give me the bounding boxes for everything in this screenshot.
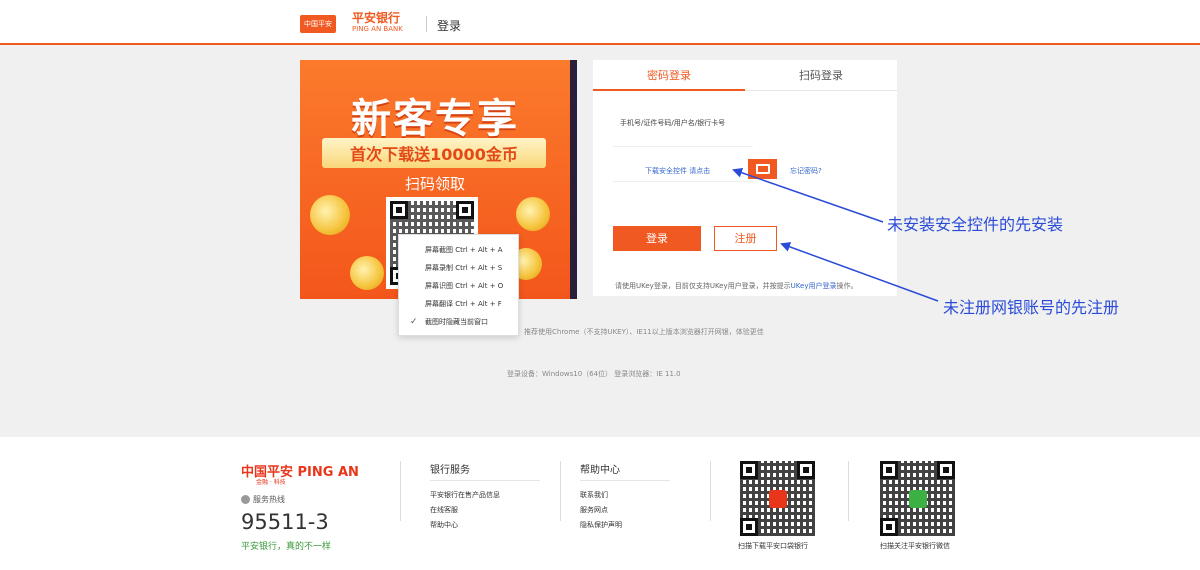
- pingan-footer-logo-sub: 金融 · 科技: [256, 479, 286, 486]
- bank-logo[interactable]: 平安银行 PING AN BANK: [352, 12, 403, 34]
- qr-finder: [740, 518, 758, 536]
- header: 中国平安 平安银行 PING AN BANK 登录: [0, 0, 1200, 45]
- bank-logo-cn: 平安银行: [352, 11, 401, 25]
- menu-item-screenshot[interactable]: 屏幕截图 Ctrl + Alt + A: [399, 241, 518, 259]
- register-annotation: 未注册网银账号的先注册: [943, 298, 1120, 317]
- banner-title: 新客专享: [351, 96, 519, 142]
- qr-finder: [937, 461, 955, 479]
- footer-divider: [560, 461, 561, 521]
- menu-item-ocr[interactable]: 屏幕识图 Ctrl + Alt + O: [399, 277, 518, 295]
- footer-divider: [848, 461, 849, 521]
- ukey-hint: 请使用UKey登录，目前仅支持UKey用户登录，并按提示UKey用户登录操作。: [615, 281, 857, 291]
- footer-link[interactable]: 在线客服: [430, 505, 458, 515]
- screenshot-context-menu: 屏幕截图 Ctrl + Alt + A 屏幕录制 Ctrl + Alt + S …: [398, 234, 519, 336]
- phone-icon: [241, 495, 250, 504]
- qr-finder: [797, 461, 815, 479]
- footer-link[interactable]: 平安银行在售产品信息: [430, 490, 500, 500]
- pingan-logo-icon[interactable]: 中国平安: [300, 15, 336, 33]
- ukey-hint-suffix: 操作。: [836, 282, 858, 290]
- menu-item-label: 屏幕识图 Ctrl + Alt + O: [425, 282, 504, 290]
- hotline-number: 95511-3: [241, 510, 329, 534]
- menu-item-translate[interactable]: 屏幕翻译 Ctrl + Alt + F: [399, 295, 518, 313]
- column-underline: [580, 480, 670, 481]
- wechat-icon: [909, 490, 927, 508]
- login-panel: 密码登录 扫码登录 手机号/证件号码/用户名/银行卡号 下载安全控件 请点击 忘…: [593, 60, 897, 296]
- login-button[interactable]: 登录: [613, 226, 701, 251]
- banner-ribbon: 首次下载送10000金币: [322, 138, 546, 168]
- field-underline: [613, 181, 753, 182]
- checkmark-icon: ✓: [410, 317, 418, 327]
- menu-item-hide-window[interactable]: ✓ 截图时隐藏当前窗口: [399, 313, 518, 331]
- coin-icon: [350, 256, 384, 290]
- browser-recommendation: 推荐使用Chrome（不支持UKEY）、IE11以上版本浏览器打开网银，体验更佳: [524, 328, 764, 336]
- menu-item-label: 屏幕截图 Ctrl + Alt + A: [425, 246, 503, 254]
- qr-finder: [390, 201, 408, 219]
- qr-finder: [740, 461, 758, 479]
- wechat-qr: [880, 461, 955, 536]
- environment-info: 登录设备：Windows10（64位） 登录浏览器：IE 11.0: [507, 370, 681, 378]
- coin-icon: [310, 195, 350, 235]
- footer-slogan: 平安银行，真的不一样: [241, 542, 332, 552]
- page-title: 登录: [437, 19, 462, 33]
- keyboard-icon[interactable]: [748, 159, 777, 179]
- qr-finder: [456, 201, 474, 219]
- field-underline: [613, 146, 753, 147]
- forgot-password-link[interactable]: 忘记密码?: [790, 166, 822, 176]
- login-tabs: 密码登录 扫码登录: [593, 60, 897, 91]
- footer-link[interactable]: 联系我们: [580, 490, 608, 500]
- footer-link[interactable]: 隐私保护声明: [580, 520, 622, 530]
- bank-services-title: 银行服务: [430, 465, 470, 476]
- footer-link[interactable]: 帮助中心: [430, 520, 458, 530]
- bank-logo-en: PING AN BANK: [352, 25, 403, 33]
- footer-divider: [710, 461, 711, 521]
- column-underline: [430, 480, 540, 481]
- qr-finder: [880, 518, 898, 536]
- tab-password-login[interactable]: 密码登录: [593, 60, 745, 91]
- banner-scan-text: 扫码领取: [404, 175, 465, 193]
- hotline-label: 服务热线: [241, 494, 285, 505]
- menu-item-record[interactable]: 屏幕录制 Ctrl + Alt + S: [399, 259, 518, 277]
- wechat-qr-caption: 扫描关注平安银行微信: [880, 542, 950, 550]
- header-divider: [426, 16, 427, 32]
- qr-finder: [880, 461, 898, 479]
- app-logo-icon: [769, 490, 787, 508]
- app-qr-caption: 扫描下载平安口袋银行: [738, 542, 808, 550]
- menu-item-label: 屏幕录制 Ctrl + Alt + S: [425, 264, 503, 272]
- footer: [0, 437, 1200, 570]
- footer-divider: [400, 461, 401, 521]
- tab-qr-login[interactable]: 扫码登录: [745, 60, 897, 91]
- footer-link[interactable]: 服务网点: [580, 505, 608, 515]
- coin-icon: [516, 197, 550, 231]
- app-download-qr: [740, 461, 815, 536]
- account-input[interactable]: 手机号/证件号码/用户名/银行卡号: [620, 118, 725, 128]
- ukey-login-link[interactable]: UKey用户登录: [791, 282, 837, 290]
- help-center-title: 帮助中心: [580, 465, 620, 476]
- menu-item-label: 屏幕翻译 Ctrl + Alt + F: [425, 300, 502, 308]
- banner-edge: [570, 60, 577, 299]
- hotline-label-text: 服务热线: [253, 495, 285, 504]
- register-button[interactable]: 注册: [714, 226, 777, 251]
- ukey-hint-prefix: 请使用UKey登录，目前仅支持UKey用户登录，并按提示: [615, 282, 791, 290]
- install-control-link[interactable]: 下载安全控件 请点击: [645, 166, 710, 176]
- install-annotation: 未安装安全控件的先安装: [887, 215, 1064, 234]
- menu-item-label: 截图时隐藏当前窗口: [425, 318, 488, 326]
